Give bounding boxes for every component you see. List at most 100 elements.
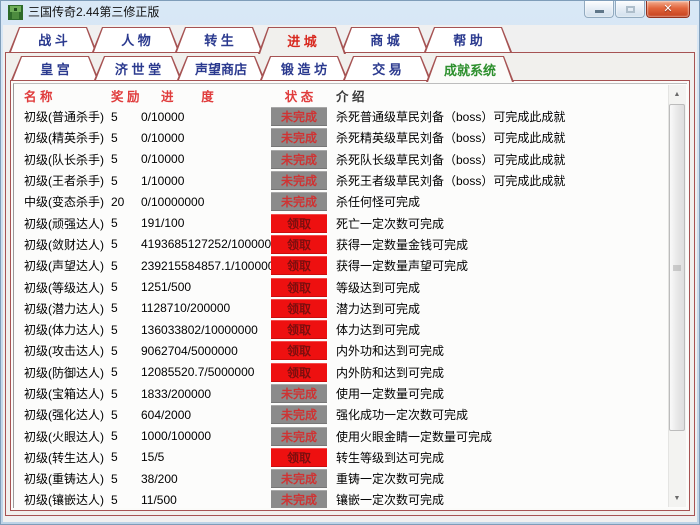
status-button[interactable]: 未完成 bbox=[271, 405, 327, 424]
cell-name: 初级(攻击达人) bbox=[24, 342, 111, 359]
tab-label: 转 生 bbox=[204, 30, 234, 49]
cell-progress: 15/5 bbox=[141, 450, 271, 464]
status-button[interactable]: 未完成 bbox=[271, 192, 327, 211]
cell-reward: 5 bbox=[111, 237, 141, 251]
tab-进城[interactable]: 进 城 bbox=[258, 27, 346, 54]
status-button[interactable]: 领取 bbox=[271, 235, 327, 254]
app-icon bbox=[8, 5, 23, 20]
cell-progress: 1251/500 bbox=[141, 280, 271, 294]
status-button[interactable]: 未完成 bbox=[271, 171, 327, 190]
cell-reward: 5 bbox=[111, 131, 141, 145]
scrollbar[interactable]: ▲ ▼ bbox=[668, 85, 686, 507]
table-row: 初级(等级达人)51251/500领取等级达到可完成 bbox=[24, 276, 687, 297]
status-button[interactable]: 未完成 bbox=[271, 107, 327, 126]
cell-reward: 5 bbox=[111, 259, 141, 273]
table-row: 初级(镶嵌达人)511/500未完成镶嵌一定次数可完成 bbox=[24, 489, 687, 508]
status-button[interactable]: 领取 bbox=[271, 448, 327, 467]
cell-desc: 杀死队长级草民刘备（boss）可完成此成就 bbox=[336, 151, 687, 168]
status-button[interactable]: 领取 bbox=[271, 320, 327, 339]
table-header: 名 称 奖 励 进 度 状 态 介 绍 bbox=[14, 84, 687, 106]
close-button[interactable]: ✕ bbox=[646, 1, 690, 18]
header-progress: 进 度 bbox=[141, 86, 271, 105]
cell-name: 初级(精英杀手) bbox=[24, 129, 111, 146]
status-button[interactable]: 未完成 bbox=[271, 384, 327, 403]
title-bar: 三国传奇2.44第三修正版 ✕ bbox=[1, 1, 699, 24]
status-button[interactable]: 未完成 bbox=[271, 128, 327, 147]
status-button[interactable]: 未完成 bbox=[271, 150, 327, 169]
cell-desc: 杀死普通级草民刘备（boss）可完成此成就 bbox=[336, 108, 687, 125]
header-name: 名 称 bbox=[24, 86, 111, 105]
cell-reward: 5 bbox=[111, 301, 141, 315]
cell-reward: 5 bbox=[111, 493, 141, 507]
cell-desc: 杀任何怪可完成 bbox=[336, 193, 687, 210]
tab-label: 锻 造 坊 bbox=[281, 59, 327, 78]
table-row: 初级(王者杀手)51/10000未完成杀死王者级草民刘备（boss）可完成此成就 bbox=[24, 170, 687, 191]
tab-成就系统[interactable]: 成就系统 bbox=[426, 56, 514, 82]
window-title: 三国传奇2.44第三修正版 bbox=[28, 1, 159, 24]
tab-战斗[interactable]: 战 斗 bbox=[9, 27, 97, 52]
cell-desc: 镶嵌一定次数可完成 bbox=[336, 491, 687, 508]
status-button[interactable]: 领取 bbox=[271, 363, 327, 382]
app-window: 三国传奇2.44第三修正版 ✕ 战 斗人 物 转 生 进 城商 城 帮 助 皇 宫济 … bbox=[0, 0, 700, 525]
scrollbar-thumb[interactable] bbox=[669, 104, 685, 431]
tab-交易[interactable]: 交 易 bbox=[343, 56, 431, 80]
header-status: 状 态 bbox=[271, 86, 327, 105]
cell-progress: 0/10000 bbox=[141, 110, 271, 124]
cell-desc: 内外防和达到可完成 bbox=[336, 364, 687, 381]
achievement-panel: 名 称 奖 励 进 度 状 态 介 绍 初级(普通杀手)50/10000未完成杀… bbox=[10, 80, 690, 511]
sub-tab-row: 皇 宫济 世 堂声望商店锻 造 坊交 易成就系统 bbox=[11, 56, 509, 80]
main-tab-row: 战 斗人 物 转 生 进 城商 城 帮 助 bbox=[9, 27, 507, 52]
status-button[interactable]: 领取 bbox=[271, 278, 327, 297]
cell-desc: 获得一定数量声望可完成 bbox=[336, 257, 687, 274]
table-row: 初级(转生达人)515/5领取转生等级到达可完成 bbox=[24, 447, 687, 468]
cell-progress: 136033802/10000000 bbox=[141, 323, 271, 337]
status-button[interactable]: 领取 bbox=[271, 299, 327, 318]
cell-reward: 5 bbox=[111, 344, 141, 358]
status-button[interactable]: 未完成 bbox=[271, 427, 327, 446]
tab-商城[interactable]: 商 城 bbox=[341, 27, 429, 52]
cell-progress: 1833/200000 bbox=[141, 387, 271, 401]
cell-name: 初级(防御达人) bbox=[24, 364, 111, 381]
scroll-down-icon[interactable]: ▼ bbox=[669, 490, 685, 506]
tab-label: 帮 助 bbox=[453, 30, 483, 49]
tab-帮助[interactable]: 帮 助 bbox=[424, 27, 512, 52]
scroll-up-icon[interactable]: ▲ bbox=[669, 86, 685, 102]
tab-label: 声望商店 bbox=[195, 59, 247, 78]
achievement-list: 名 称 奖 励 进 度 状 态 介 绍 初级(普通杀手)50/10000未完成杀… bbox=[13, 83, 687, 508]
cell-reward: 5 bbox=[111, 450, 141, 464]
cell-progress: 11/500 bbox=[141, 493, 271, 507]
tab-济世堂[interactable]: 济 世 堂 bbox=[94, 56, 182, 80]
client-area: 战 斗人 物 转 生 进 城商 城 帮 助 皇 宫济 世 堂声望商店 锻 造 坊交 易成… bbox=[3, 25, 697, 522]
maximize-icon bbox=[626, 6, 635, 13]
cell-name: 初级(敛财达人) bbox=[24, 236, 111, 253]
cell-name: 初级(声望达人) bbox=[24, 257, 111, 274]
minimize-button[interactable] bbox=[584, 1, 614, 18]
cell-progress: 1/10000 bbox=[141, 174, 271, 188]
table-rows: 初级(普通杀手)50/10000未完成杀死普通级草民刘备（boss）可完成此成就… bbox=[14, 106, 687, 508]
table-row: 中级(变态杀手)200/10000000未完成杀任何怪可完成 bbox=[24, 191, 687, 212]
cell-desc: 杀死王者级草民刘备（boss）可完成此成就 bbox=[336, 172, 687, 189]
cell-reward: 5 bbox=[111, 429, 141, 443]
tab-声望商店[interactable]: 声望商店 bbox=[177, 56, 265, 80]
status-button[interactable]: 领取 bbox=[271, 214, 327, 233]
cell-desc: 杀死精英级草民刘备（boss）可完成此成就 bbox=[336, 129, 687, 146]
table-row: 初级(潜力达人)51128710/200000领取潜力达到可完成 bbox=[24, 298, 687, 319]
tab-人物[interactable]: 人 物 bbox=[92, 27, 180, 52]
cell-progress: 4193685127252/10000000 bbox=[141, 237, 271, 251]
tab-皇宫[interactable]: 皇 宫 bbox=[11, 56, 99, 80]
header-desc: 介 绍 bbox=[336, 86, 364, 105]
cell-progress: 1128710/200000 bbox=[141, 301, 271, 315]
cell-desc: 使用火眼金睛一定数量可完成 bbox=[336, 428, 687, 445]
table-row: 初级(敛财达人)54193685127252/10000000领取获得一定数量金… bbox=[24, 234, 687, 255]
cell-reward: 5 bbox=[111, 152, 141, 166]
tab-锻造坊[interactable]: 锻 造 坊 bbox=[260, 56, 348, 80]
cell-name: 初级(等级达人) bbox=[24, 279, 111, 296]
tab-转生[interactable]: 转 生 bbox=[175, 27, 263, 52]
status-button[interactable]: 领取 bbox=[271, 341, 327, 360]
status-button[interactable]: 未完成 bbox=[271, 469, 327, 488]
close-icon: ✕ bbox=[663, 2, 672, 16]
status-button[interactable]: 领取 bbox=[271, 256, 327, 275]
window-controls: ✕ bbox=[584, 1, 690, 18]
maximize-button[interactable] bbox=[615, 1, 645, 18]
status-button[interactable]: 未完成 bbox=[271, 490, 327, 508]
